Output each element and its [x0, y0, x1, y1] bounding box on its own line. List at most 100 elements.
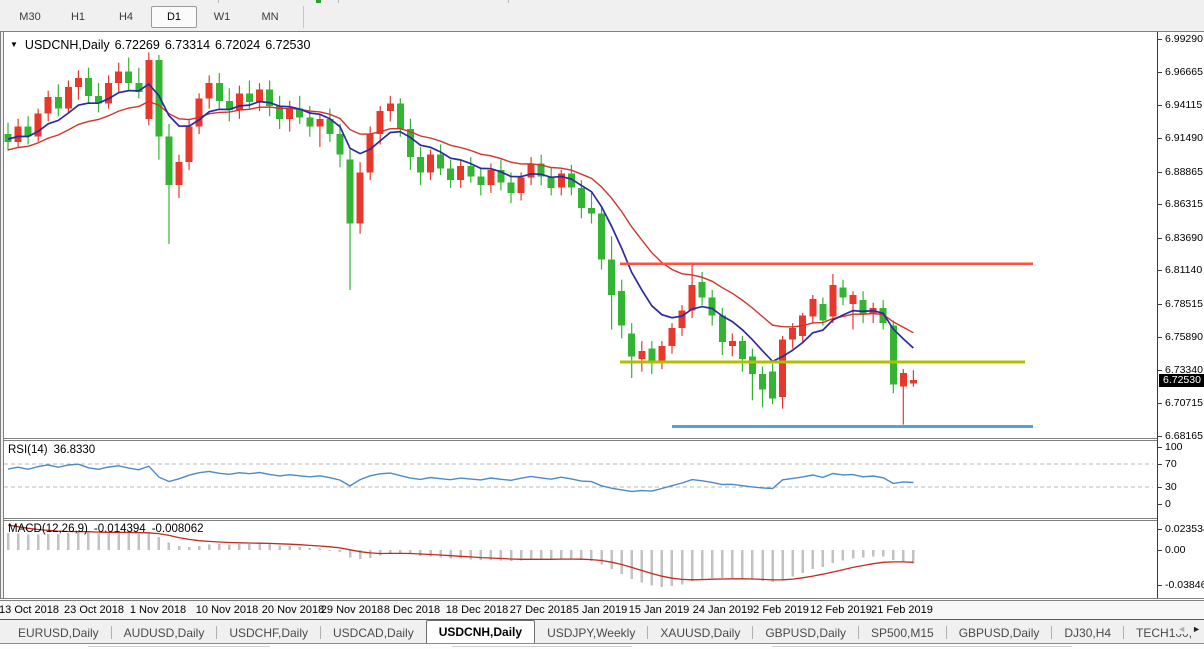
tab-scroll-right-icon[interactable]: ► — [1192, 624, 1201, 634]
axis-tick — [1158, 204, 1162, 205]
rsi-pane[interactable]: RSI(14) 36.8330 — [0, 441, 1157, 518]
pane-separator[interactable] — [0, 518, 1157, 521]
axis-tick — [1158, 172, 1162, 173]
macd-axis-label: 0.023534 — [1165, 523, 1204, 535]
date-axis-label: 24 Jan 2019 — [693, 604, 754, 616]
axis-tick — [1158, 403, 1162, 404]
timeframe-button-h1[interactable]: H1 — [55, 6, 101, 28]
rsi-name: RSI(14) — [8, 444, 48, 456]
rsi-axis-label: 100 — [1165, 441, 1183, 453]
mt4-window: M30H1H4D1W1MN ▼USDCNH,Daily6.722696.7331… — [0, 0, 1204, 649]
macd-axis-label: -0.038466 — [1165, 579, 1204, 591]
axis-tick — [1158, 304, 1162, 305]
window-left-border — [0, 32, 4, 598]
date-axis-label: 13 Oct 2018 — [0, 604, 59, 616]
candlestick-chart[interactable] — [0, 32, 1157, 438]
timeframe-button-mn[interactable]: MN — [247, 6, 293, 28]
price-axis-label: 6.78515 — [1165, 298, 1203, 310]
date-axis-label: 18 Dec 2018 — [446, 604, 508, 616]
price-axis-label: 6.88865 — [1165, 166, 1203, 178]
current-price-tag: 6.72530 — [1159, 374, 1204, 387]
price-axis-label: 6.96665 — [1165, 66, 1203, 78]
chart-tab-usdjpy[interactable]: USDJPY,Weekly — [535, 623, 647, 643]
date-axis-label: 5 Jan 2019 — [573, 604, 627, 616]
strip-segment — [88, 646, 270, 647]
symbol-label: USDCNH,Daily — [25, 38, 110, 52]
axis-tick — [1158, 270, 1162, 271]
price-axis-label: 6.70715 — [1165, 397, 1203, 409]
rsi-plot — [0, 441, 1157, 518]
chart-tab-usdcnh[interactable]: USDCNH,Daily — [426, 620, 535, 643]
axis-tick — [1158, 370, 1162, 371]
chart-tabs-bar: EURUSD,DailyAUDUSD,DailyUSDCHF,DailyUSDC… — [0, 620, 1204, 643]
timeframe-button-w1[interactable]: W1 — [199, 6, 245, 28]
date-axis-label: 20 Nov 2018 — [262, 604, 324, 616]
axis-tick — [1158, 487, 1162, 488]
date-axis-label: 23 Oct 2018 — [64, 604, 124, 616]
price-axis-label: 6.83690 — [1165, 232, 1203, 244]
axis-tick — [1158, 238, 1162, 239]
tab-scroll-left-icon[interactable]: ◄ — [1177, 624, 1186, 634]
bar-close: 6.72530 — [265, 38, 310, 52]
price-axis[interactable]: 6.99290 6.96665 6.94115 6.91490 6.88865 6.863… — [1157, 32, 1204, 598]
tab-scroll-arrows: ◄ ► — [1173, 624, 1201, 634]
macd-value: -0.014394 — [94, 523, 146, 535]
axis-tick — [1158, 504, 1162, 505]
price-axis-label: 6.86315 — [1165, 198, 1203, 210]
chart-tab-dj30[interactable]: DJ30,H4 — [1052, 623, 1123, 643]
timeframe-button-d1[interactable]: D1 — [151, 6, 197, 28]
chart-tab-gbpusd[interactable]: GBPUSD,Daily — [947, 623, 1052, 643]
timeframe-button-h4[interactable]: H4 — [103, 6, 149, 28]
chart-tab-usdcad[interactable]: USDCAD,Daily — [321, 623, 426, 643]
price-pane[interactable]: ▼USDCNH,Daily6.722696.733146.720246.7253… — [0, 32, 1157, 438]
price-axis-label: 6.75890 — [1165, 331, 1203, 343]
chart-tab-usdchf[interactable]: USDCHF,Daily — [217, 623, 320, 643]
toolbar-separator — [303, 6, 304, 28]
rsi-value: 36.8330 — [54, 444, 96, 456]
macd-name: MACD(12,26,9) — [8, 523, 88, 535]
strip-segment — [452, 646, 632, 647]
date-axis-label: 21 Feb 2019 — [871, 604, 933, 616]
chart-title: ▼USDCNH,Daily6.722696.733146.720246.7253… — [10, 38, 310, 52]
chart-tab-xauusd[interactable]: XAUUSD,Daily — [648, 623, 752, 643]
rsi-axis-label: 70 — [1165, 458, 1177, 470]
pane-separator — [0, 598, 1204, 601]
chart-tab-sp500[interactable]: SP500,M15 — [859, 623, 946, 643]
axis-tick — [1158, 585, 1162, 586]
date-axis-label: 8 Dec 2018 — [384, 604, 440, 616]
pane-separator[interactable] — [0, 438, 1157, 441]
price-axis-label: 6.81140 — [1165, 264, 1202, 276]
macd-axis-label: 0.00 — [1165, 544, 1185, 556]
axis-tick — [1158, 337, 1162, 338]
chart-tab-audusd[interactable]: AUDUSD,Daily — [112, 623, 217, 643]
chevron-down-icon[interactable]: ▼ — [10, 40, 18, 49]
chart-tab-eurusd[interactable]: EURUSD,Daily — [6, 623, 111, 643]
timeframe-button-m30[interactable]: M30 — [7, 6, 53, 28]
bar-open: 6.72269 — [115, 38, 160, 52]
chart-window: ▼USDCNH,Daily6.722696.733146.720246.7253… — [0, 31, 1204, 620]
rsi-axis-label: 30 — [1165, 481, 1177, 493]
chart-tab-gbpusd[interactable]: GBPUSD,Daily — [753, 623, 858, 643]
price-axis-label: 6.91490 — [1165, 132, 1203, 144]
date-axis-label: 1 Nov 2018 — [130, 604, 186, 616]
macd-label: MACD(12,26,9) -0.014394 -0.008062 — [8, 523, 203, 535]
axis-tick — [1158, 447, 1162, 448]
date-axis-label: 10 Nov 2018 — [196, 604, 258, 616]
date-axis-label: 29 Nov 2018 — [321, 604, 383, 616]
axis-tick — [1158, 436, 1162, 437]
date-axis-label: 2 Feb 2019 — [753, 604, 809, 616]
strip-segment — [772, 646, 1072, 647]
axis-tick — [1158, 39, 1162, 40]
rsi-axis-label: 0 — [1165, 498, 1171, 510]
date-axis[interactable]: 13 Oct 2018 23 Oct 2018 1 Nov 2018 10 Nov 2… — [0, 601, 1204, 619]
date-axis-label: 27 Dec 2018 — [510, 604, 572, 616]
price-axis-label: 6.99290 — [1165, 33, 1203, 45]
date-axis-label: 12 Feb 2019 — [810, 604, 872, 616]
axis-tick — [1158, 550, 1162, 551]
status-strip — [0, 643, 1204, 649]
rsi-label: RSI(14) 36.8330 — [8, 444, 95, 456]
price-axis-label: 6.94115 — [1165, 99, 1202, 111]
macd-pane[interactable]: MACD(12,26,9) -0.014394 -0.008062 — [0, 521, 1157, 598]
macd-signal-value: -0.008062 — [152, 523, 204, 535]
date-axis-label: 15 Jan 2019 — [629, 604, 690, 616]
